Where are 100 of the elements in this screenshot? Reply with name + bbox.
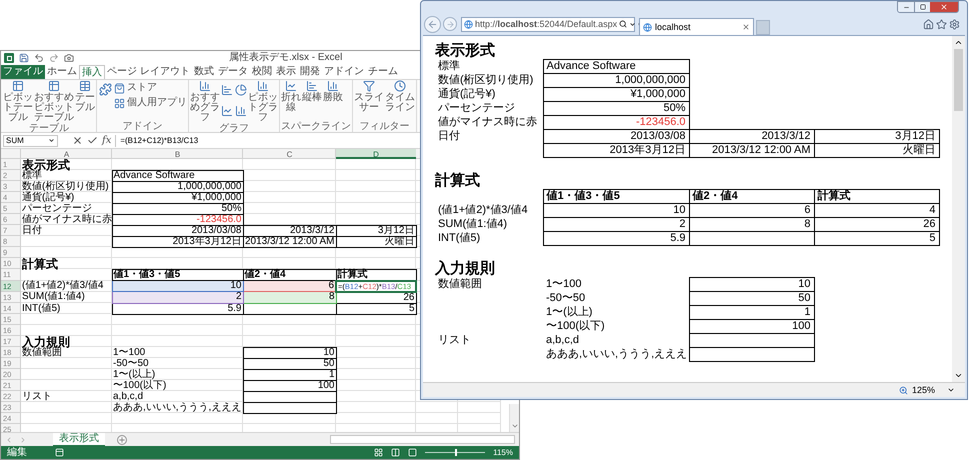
undo-icon[interactable] xyxy=(34,53,44,63)
pie-chart-icon[interactable] xyxy=(235,84,247,96)
scroll-down-icon[interactable] xyxy=(954,371,963,380)
column-header[interactable]: A xyxy=(21,149,112,159)
label-text: 〜100(以下) xyxy=(112,380,243,391)
table-cell: 50 xyxy=(689,292,814,306)
settings-icon[interactable] xyxy=(949,18,960,30)
cancel-icon[interactable] xyxy=(72,135,83,146)
label-text: パーセンテージ xyxy=(21,203,112,214)
table-cell: 5.9 xyxy=(112,303,243,314)
vertical-scrollbar[interactable] xyxy=(952,36,965,382)
table-cell: 10 xyxy=(543,204,689,218)
horizontal-scrollbar[interactable] xyxy=(330,435,515,444)
add-sheet-icon[interactable] xyxy=(117,434,127,444)
ribbon-tab[interactable]: ページ レイアウト xyxy=(105,65,192,79)
maximize-button[interactable] xyxy=(914,2,930,12)
ribbon-tab[interactable]: ファイル xyxy=(1,65,45,79)
ribbon-button[interactable]: 個人用アプリ xyxy=(114,97,187,109)
line-chart-icon xyxy=(285,80,297,92)
ribbon-button[interactable]: スライサー xyxy=(354,80,384,121)
table-cell: 2013/3/12 xyxy=(243,225,336,236)
ribbon-button[interactable]: 勝敗 xyxy=(323,80,343,121)
ribbon-tab[interactable]: 挿入 xyxy=(79,65,105,79)
page-layout-icon[interactable] xyxy=(391,448,400,457)
search-icon[interactable] xyxy=(619,20,628,28)
column-header[interactable]: B xyxy=(112,149,243,159)
ribbon-tab[interactable]: アドイン xyxy=(322,65,366,79)
ribbon-button[interactable]: タイムライン xyxy=(385,80,415,121)
check-icon[interactable] xyxy=(87,135,98,146)
label-text: 値がマイナス時に赤 xyxy=(21,214,112,225)
home-icon[interactable] xyxy=(923,18,934,30)
page-break-icon[interactable] xyxy=(408,448,418,457)
ribbon-button[interactable]: おすすめグラフ xyxy=(190,80,220,123)
ribbon-button[interactable]: ピボットテーブル xyxy=(3,80,33,123)
ribbon-tab[interactable]: 開発 xyxy=(298,65,322,79)
caret-icon xyxy=(48,137,55,144)
label-text: 値がマイナス時に赤 xyxy=(435,116,543,130)
table-cell: 5 xyxy=(336,303,416,314)
label-text: SUM(値1:値4) xyxy=(435,218,543,232)
window-title: 属性表示デモ.xlsx - Excel xyxy=(229,52,342,64)
line-chart-icon[interactable] xyxy=(221,104,233,116)
ribbon-button[interactable]: 縦棒 xyxy=(302,80,322,121)
bag-icon xyxy=(114,82,125,94)
zoom-level: 115% xyxy=(493,448,513,458)
ribbon-tab[interactable]: 数式 xyxy=(192,65,216,79)
scroll-up-icon[interactable] xyxy=(954,38,963,47)
label-text: 数値範囲 xyxy=(21,347,112,358)
ribbon-tab[interactable]: データ xyxy=(216,65,250,79)
ribbon-tab[interactable]: ホーム xyxy=(45,65,79,79)
section-heading: 計算式 xyxy=(435,172,481,189)
ribbon-button[interactable]: ストア xyxy=(114,82,187,94)
table-icon xyxy=(48,80,60,92)
ribbon-tab[interactable]: 校閲 xyxy=(250,65,274,79)
ribbon-button[interactable]: おすすめピボットテーブル xyxy=(34,80,74,123)
label-text: SUM(値1:値4) xyxy=(21,292,112,303)
label-text: -50〜50 xyxy=(112,358,243,369)
back-button[interactable] xyxy=(424,16,441,32)
function-button[interactable]: fx xyxy=(102,134,112,146)
formula-field[interactable]: =(B12+C12)*B13/C13 xyxy=(115,134,406,146)
camera-icon[interactable] xyxy=(64,53,74,63)
ribbon-button[interactable]: テーブル xyxy=(75,80,95,123)
column-header[interactable]: D xyxy=(336,149,416,159)
save-icon[interactable] xyxy=(19,53,29,63)
label-text: 1〜(以上) xyxy=(112,369,243,380)
filter-icon xyxy=(363,80,375,92)
caret-icon[interactable] xyxy=(629,20,636,28)
table-cell: -123456.0 xyxy=(112,214,243,225)
ribbon-tab[interactable]: チーム xyxy=(366,65,400,79)
label-text: 通貨(記号¥) xyxy=(435,88,543,102)
slider-thumb[interactable] xyxy=(455,449,458,456)
ribbon-tab[interactable]: 表示 xyxy=(274,65,298,79)
caret-icon[interactable] xyxy=(947,386,955,394)
label-text: -50〜50 xyxy=(543,292,689,306)
browser-tab[interactable]: localhost xyxy=(639,18,754,35)
name-box[interactable]: SUM xyxy=(3,134,58,146)
table-cell: 火曜日 xyxy=(814,144,939,158)
table-cell: 2013/3/12 12:00 AM xyxy=(243,236,336,247)
column-header[interactable]: C xyxy=(243,149,336,159)
table-cell: 2013年3月12日 xyxy=(543,144,689,158)
sheet-tab[interactable]: 表示形式 xyxy=(53,432,105,446)
scroll-thumb[interactable] xyxy=(954,49,963,111)
forward-icon xyxy=(446,20,454,28)
section-heading: 入力規則 xyxy=(435,260,496,277)
label-text: 標準 xyxy=(435,60,543,74)
star-icon[interactable] xyxy=(936,18,947,30)
label-text: 1〜100 xyxy=(543,278,689,292)
label-text: 1〜(以上) xyxy=(543,306,689,320)
label-text: 1〜100 xyxy=(112,347,243,358)
ribbon-button[interactable]: 折れ線 xyxy=(281,80,301,121)
bar-chart-icon[interactable] xyxy=(221,84,233,96)
minimize-button[interactable] xyxy=(898,2,914,12)
redo-icon[interactable] xyxy=(49,53,59,63)
vertical-scrollbar[interactable] xyxy=(509,404,519,432)
column-header-cell: 計算式 xyxy=(814,190,939,204)
zoom-icon[interactable] xyxy=(898,386,908,394)
column-chart-icon[interactable] xyxy=(235,104,247,116)
normal-view-icon[interactable] xyxy=(374,448,384,457)
ribbon-button[interactable]: ピボットグラフ xyxy=(248,80,278,123)
table-cell: 2 xyxy=(543,218,689,232)
close-tab-icon[interactable] xyxy=(742,23,750,31)
